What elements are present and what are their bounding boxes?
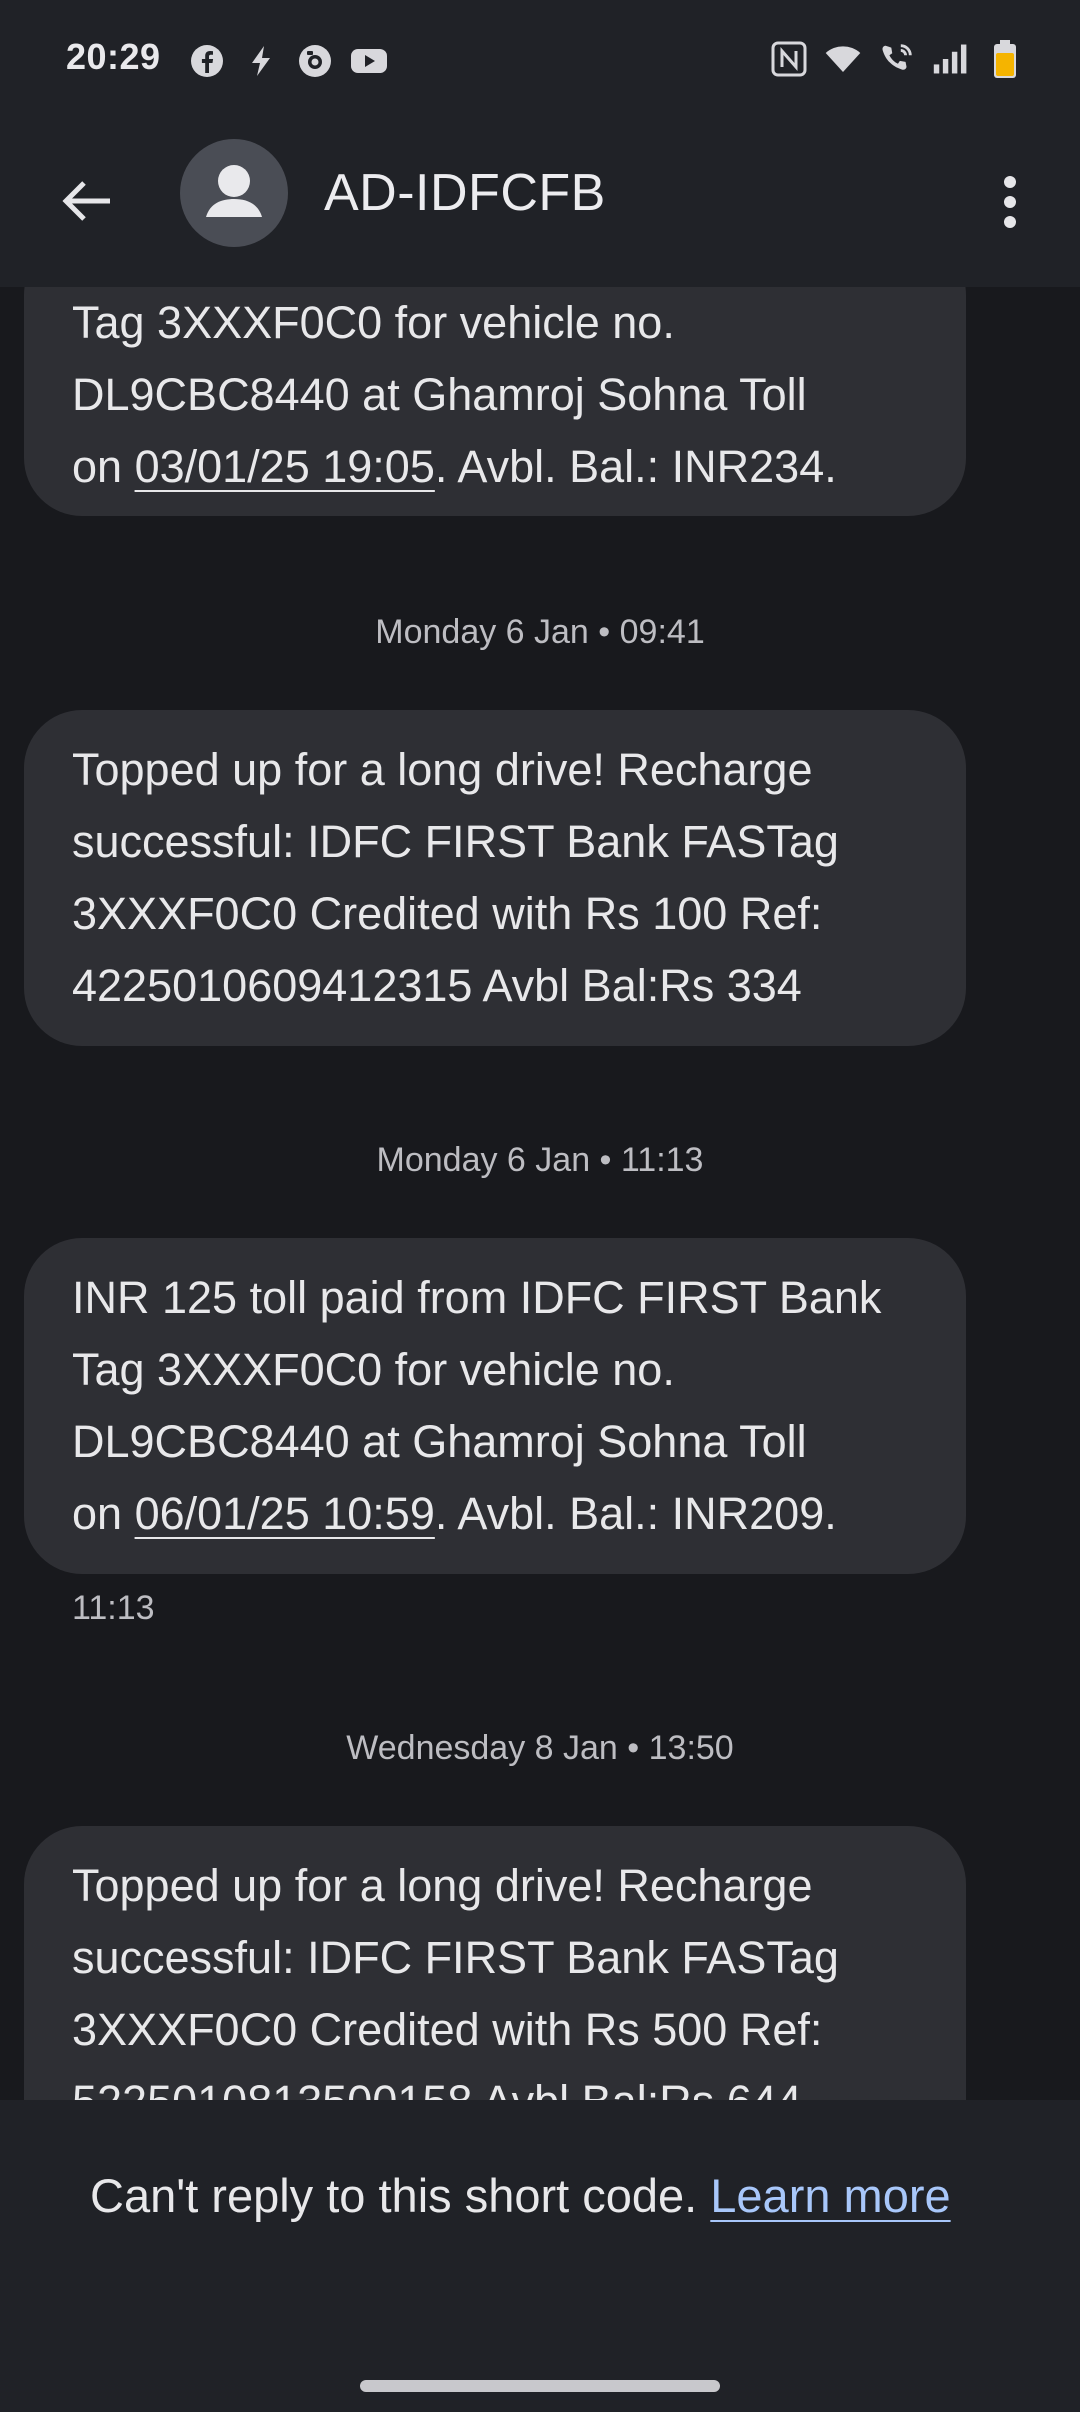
date-separator: Monday 6 Jan • 11:13 xyxy=(376,1141,704,1179)
wifi-icon xyxy=(824,40,862,78)
message-line: 3XXXF0C0 Credited with Rs 500 Ref: xyxy=(72,2004,823,2055)
signal-icon xyxy=(932,40,970,78)
message-text: . Avbl. Bal.: INR234. xyxy=(434,441,837,492)
more-options-button[interactable] xyxy=(970,157,1050,247)
youtube-icon xyxy=(350,42,388,80)
message-bubble[interactable]: Topped up for a long drive! Recharge suc… xyxy=(24,710,966,1046)
date-link[interactable]: 03/01/25 19:05 xyxy=(135,441,435,492)
nfc-icon xyxy=(770,40,808,78)
date-separator: Wednesday 8 Jan • 13:50 xyxy=(346,1729,734,1767)
message-line: INR 125 toll paid from IDFC FIRST Bank xyxy=(72,1272,882,1323)
message-list[interactable]: Tag 3XXXF0C0 for vehicle no. DL9CBC8440 … xyxy=(0,287,1080,2100)
message-line: 422501060941231​5 Avbl Bal:Rs 334 xyxy=(72,960,802,1011)
home-indicator[interactable] xyxy=(360,2380,720,2392)
message-line: DL9CBC8440 at Ghamroj Sohna Toll xyxy=(72,1416,807,1467)
status-time: 20:29 xyxy=(66,36,161,77)
message-line: DL9CBC8440 at Ghamroj Sohna Toll xyxy=(72,369,807,420)
bolt-icon xyxy=(242,42,280,80)
learn-more-link[interactable]: Learn more xyxy=(710,2169,950,2222)
message-bubble[interactable]: INR 125 toll paid from IDFC FIRST Bank T… xyxy=(24,1238,966,1574)
reply-disabled-notice: Can't reply to this short code. Learn mo… xyxy=(0,2100,1080,2412)
message-line: 522501081350015​8 Avbl Bal:Rs 644 xyxy=(72,2066,918,2100)
message-text: on xyxy=(72,1488,135,1539)
message-text: . Avbl. Bal.: INR209. xyxy=(434,1488,837,1539)
battery-icon xyxy=(986,40,1024,78)
app-bar: AD-IDFCFB xyxy=(0,125,1080,287)
message-line: Topped up for a long drive! Recharge xyxy=(72,1860,813,1911)
message-bubble[interactable]: Topped up for a long drive! Recharge suc… xyxy=(24,1826,966,2100)
message-text: on xyxy=(72,441,135,492)
message-timestamp: 11:13 xyxy=(72,1589,155,1627)
avatar[interactable] xyxy=(180,139,288,247)
date-link[interactable]: 06/01/25 10:59 xyxy=(135,1488,435,1539)
more-vert-icon xyxy=(1004,176,1016,228)
person-icon xyxy=(206,165,262,217)
message-line: Tag 3XXXF0C0 for vehicle no. xyxy=(72,297,675,348)
message-bubble[interactable]: Tag 3XXXF0C0 for vehicle no. DL9CBC8440 … xyxy=(24,287,966,516)
date-separator: Monday 6 Jan • 09:41 xyxy=(375,613,705,651)
message-line: Tag 3XXXF0C0 for vehicle no. xyxy=(72,1344,675,1395)
facebook-icon xyxy=(188,42,226,80)
notice-text: Can't reply to this short code. Learn mo… xyxy=(90,2160,1030,2232)
back-arrow-icon xyxy=(62,181,110,221)
message-line: Topped up for a long drive! Recharge xyxy=(72,744,813,795)
message-line: successful: IDFC FIRST Bank FASTag xyxy=(72,1932,839,1983)
message-line: successful: IDFC FIRST Bank FASTag xyxy=(72,816,839,867)
back-button[interactable] xyxy=(46,161,126,241)
message-line: on 06/01/25 10:59. Avbl. Bal.: INR209. xyxy=(72,1478,918,1550)
message-line: 3XXXF0C0 Credited with Rs 100 Ref: xyxy=(72,888,823,939)
camera-app-icon xyxy=(296,42,334,80)
status-system-icons xyxy=(770,40,1024,78)
wifi-calling-icon xyxy=(878,40,916,78)
notice-message: Can't reply to this short code. xyxy=(90,2169,711,2222)
conversation-title: AD-IDFCFB xyxy=(324,164,606,222)
status-bar: 20:29 xyxy=(0,0,1080,125)
status-notification-icons xyxy=(188,42,388,80)
message-line: on 03/01/25 19:05. Avbl. Bal.: INR234. xyxy=(72,431,918,503)
